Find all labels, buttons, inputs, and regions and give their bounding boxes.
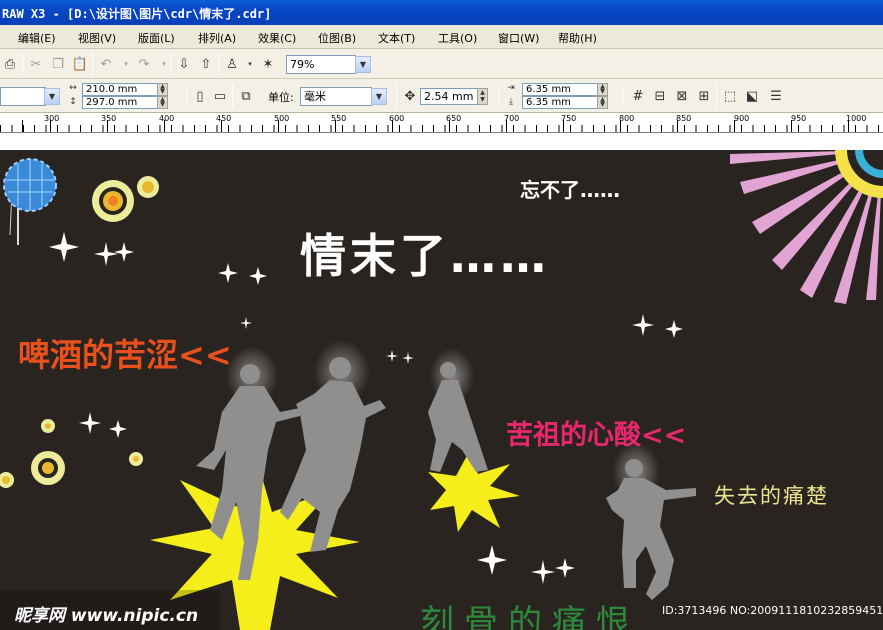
landscape-icon[interactable]: ▭ <box>210 86 230 106</box>
redo-icon[interactable]: ↷ <box>134 54 154 74</box>
ruler-label: 300 <box>44 114 60 123</box>
ruler-label: 750 <box>561 114 577 123</box>
ruler-label: 1000 <box>846 114 867 123</box>
redo-dropdown-icon[interactable]: ▾ <box>154 54 174 74</box>
artwork-small-title[interactable]: 忘不了…… <box>520 174 620 203</box>
options-icon[interactable]: ☰ <box>766 86 786 106</box>
units-dropdown-arrow-icon[interactable]: ▼ <box>371 88 387 105</box>
page-height-field[interactable]: 297.0 mm <box>82 96 158 109</box>
window-title: RAW X3 - [D:\设计图\图片\cdr\情末了.cdr] <box>2 7 272 21</box>
cut-icon[interactable]: ✂ <box>26 54 46 74</box>
import-icon[interactable]: ⇩ <box>174 54 194 74</box>
dynamic-guides-icon[interactable]: ⊞ <box>694 86 714 106</box>
ruler-major-ticks <box>0 120 883 132</box>
property-bar: ▼ ↔ 210.0 mm ▲ ▼ ↕ 297.0 mm ▲ ▼ ▯ ▭ ⧉ 单位: … <box>0 79 883 113</box>
menu-arrange[interactable]: 排列(A) <box>198 30 236 46</box>
toolbar-separator <box>232 85 233 107</box>
ruler-label: 700 <box>504 114 520 123</box>
menu-bitmaps[interactable]: 位图(B) <box>318 30 356 46</box>
artwork-text-yellow[interactable]: 失去的痛楚 <box>714 480 829 510</box>
duplicate-x-spinner[interactable]: ▲ ▼ <box>597 83 608 96</box>
zoom-dropdown-arrow-icon[interactable]: ▼ <box>355 56 371 73</box>
menu-view[interactable]: 视图(V) <box>78 30 116 46</box>
application-launcher-icon[interactable]: ♙ <box>222 54 242 74</box>
nudge-icon: ✥ <box>404 88 416 104</box>
ruler-label: 600 <box>389 114 405 123</box>
height-icon: ↕ <box>69 97 77 107</box>
launcher-dropdown-icon[interactable]: ▾ <box>240 54 260 74</box>
units-select[interactable]: 毫米 <box>300 87 372 106</box>
standard-toolbar: ⎙ ✂ ❐ 📋 ↶ ▾ ↷ ▾ ⇩ ⇧ ♙ ▾ ✶ 79% ▼ <box>0 49 883 79</box>
ruler-label: 450 <box>216 114 232 123</box>
page-height-spinner[interactable]: ▲ ▼ <box>157 96 168 109</box>
site-watermark: 昵享网 www.nipic.cn <box>14 606 199 626</box>
duplicate-y-field[interactable]: 6.35 mm <box>522 96 598 109</box>
ruler-label: 350 <box>101 114 117 123</box>
treat-as-filled-icon[interactable]: ⬚ <box>720 86 740 106</box>
units-label: 单位: <box>268 91 294 104</box>
toolbar-separator <box>92 53 93 75</box>
edit-across-layers-icon[interactable]: ⬕ <box>742 86 762 106</box>
duplicate-x-icon: ⇥ <box>507 83 515 93</box>
paste-icon[interactable]: 📋 <box>70 54 90 74</box>
export-icon[interactable]: ⇧ <box>196 54 216 74</box>
ruler-label: 800 <box>619 114 635 123</box>
menu-edit[interactable]: 编辑(E) <box>18 30 56 46</box>
ruler-label: 900 <box>734 114 750 123</box>
paper-type-select[interactable] <box>0 87 46 106</box>
menu-help[interactable]: 帮助(H) <box>558 30 597 46</box>
drawing-canvas[interactable]: 忘不了…… 情末了…… 啤酒的苦涩<< 苦祖的心酸<< 失去的痛楚 刻骨的痛恨…… <box>0 150 883 630</box>
page-layout-icon[interactable]: ⧉ <box>236 86 256 106</box>
page-width-spinner[interactable]: ▲ ▼ <box>157 83 168 96</box>
undo-icon[interactable]: ↶ <box>96 54 116 74</box>
toolbar-separator <box>218 53 219 75</box>
duplicate-y-spinner[interactable]: ▲ ▼ <box>597 96 608 109</box>
welcome-screen-icon[interactable]: ✶ <box>258 54 278 74</box>
menu-window[interactable]: 窗口(W) <box>498 30 539 46</box>
ruler-label: 500 <box>274 114 290 123</box>
toolbar-separator <box>186 85 187 107</box>
menu-tools[interactable]: 工具(O) <box>438 30 477 46</box>
portrait-icon[interactable]: ▯ <box>190 86 210 106</box>
snap-to-grid-icon[interactable]: # <box>628 86 648 106</box>
menu-effects[interactable]: 效果(C) <box>258 30 296 46</box>
menu-text[interactable]: 文本(T) <box>378 30 415 46</box>
page-width-field[interactable]: 210.0 mm <box>82 83 158 96</box>
snap-to-objects-icon[interactable]: ⊠ <box>672 86 692 106</box>
ruler-label: 550 <box>331 114 347 123</box>
canvas-margin <box>0 133 883 150</box>
artwork-text-orange[interactable]: 啤酒的苦涩<< <box>18 330 232 376</box>
ruler-label: 950 <box>791 114 807 123</box>
undo-dropdown-icon[interactable]: ▾ <box>116 54 136 74</box>
image-id-label: ID:3713496 NO:20091118102328594516 <box>662 604 883 617</box>
toolbar-separator <box>498 85 499 107</box>
horizontal-ruler[interactable]: 300 350 400 450 500 550 600 650 700 750 … <box>0 113 883 133</box>
toolbar-separator <box>170 53 171 75</box>
nudge-distance-spinner[interactable]: ▲ ▼ <box>477 88 488 105</box>
nudge-distance-field[interactable]: 2.54 mm <box>420 88 478 105</box>
artwork-text-pink[interactable]: 苦祖的心酸<< <box>506 413 686 452</box>
menu-layout[interactable]: 版面(L) <box>138 30 175 46</box>
window-title-bar: RAW X3 - [D:\设计图\图片\cdr\情末了.cdr] <box>0 0 883 25</box>
ruler-label: 650 <box>446 114 462 123</box>
ruler-label: 400 <box>159 114 175 123</box>
width-icon: ↔ <box>69 83 77 93</box>
toolbar-separator <box>22 53 23 75</box>
disco-ball-icon <box>3 158 57 245</box>
toolbar-separator <box>622 85 623 107</box>
sunburst-rays-decoration <box>730 150 883 304</box>
artwork-main-title[interactable]: 情末了…… <box>300 220 550 286</box>
duplicate-x-field[interactable]: 6.35 mm <box>522 83 598 96</box>
duplicate-y-icon: ⤓ <box>509 97 513 107</box>
toolbar-separator <box>716 85 717 107</box>
snap-to-guidelines-icon[interactable]: ⊟ <box>650 86 670 106</box>
zoom-level-field[interactable]: 79% <box>286 55 356 74</box>
ruler-label: 850 <box>676 114 692 123</box>
paper-type-dropdown-arrow-icon[interactable]: ▼ <box>44 88 60 105</box>
copy-icon[interactable]: ❐ <box>48 54 68 74</box>
menu-bar: 编辑(E) 视图(V) 版面(L) 排列(A) 效果(C) 位图(B) 文本(T… <box>0 25 883 49</box>
print-icon[interactable]: ⎙ <box>0 54 20 74</box>
toolbar-separator <box>396 85 397 107</box>
